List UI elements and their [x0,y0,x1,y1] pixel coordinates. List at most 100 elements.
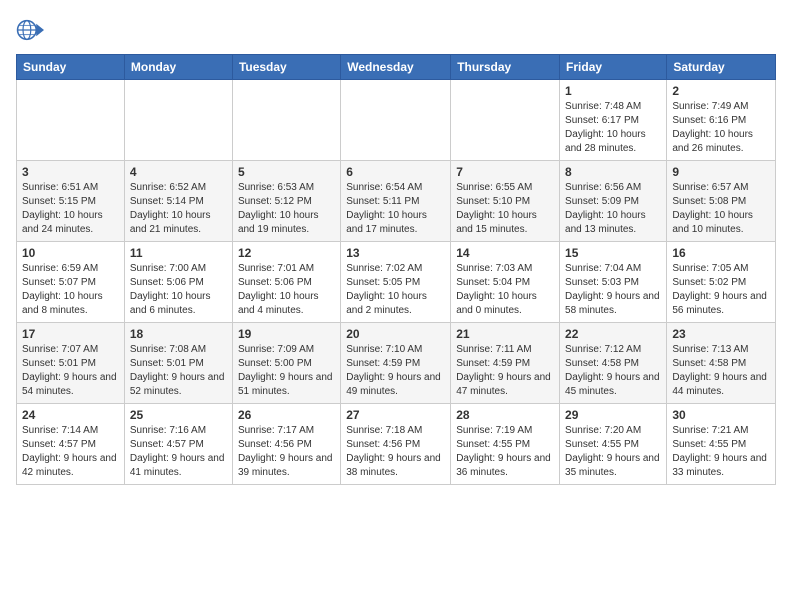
day-number: 2 [672,84,770,98]
column-header-wednesday: Wednesday [341,55,451,80]
logo [16,16,48,44]
calendar-day-4: 4 Sunrise: 6:52 AMSunset: 5:14 PMDaylight… [124,161,232,242]
day-number: 28 [456,408,554,422]
day-number: 10 [22,246,119,260]
day-number: 5 [238,165,335,179]
day-info: Sunrise: 7:19 AMSunset: 4:55 PMDaylight:… [456,424,554,480]
day-number: 20 [346,327,445,341]
day-info: Sunrise: 7:08 AMSunset: 5:01 PMDaylight:… [130,343,227,399]
calendar-day-9: 9 Sunrise: 6:57 AMSunset: 5:08 PMDaylight… [667,161,776,242]
day-info: Sunrise: 7:05 AMSunset: 5:02 PMDaylight:… [672,262,770,318]
day-info: Sunrise: 6:59 AMSunset: 5:07 PMDaylight:… [22,262,119,318]
calendar-week-3: 10 Sunrise: 6:59 AMSunset: 5:07 PMDayligh… [17,242,776,323]
day-number: 3 [22,165,119,179]
day-info: Sunrise: 7:18 AMSunset: 4:56 PMDaylight:… [346,424,445,480]
day-info: Sunrise: 7:49 AMSunset: 6:16 PMDaylight:… [672,100,770,156]
empty-cell [124,80,232,161]
day-number: 24 [22,408,119,422]
day-info: Sunrise: 6:57 AMSunset: 5:08 PMDaylight:… [672,181,770,237]
calendar-day-30: 30 Sunrise: 7:21 AMSunset: 4:55 PMDayligh… [667,404,776,485]
day-info: Sunrise: 7:13 AMSunset: 4:58 PMDaylight:… [672,343,770,399]
column-header-thursday: Thursday [451,55,560,80]
calendar-day-3: 3 Sunrise: 6:51 AMSunset: 5:15 PMDaylight… [17,161,125,242]
empty-cell [341,80,451,161]
day-number: 11 [130,246,227,260]
day-info: Sunrise: 7:11 AMSunset: 4:59 PMDaylight:… [456,343,554,399]
calendar-day-19: 19 Sunrise: 7:09 AMSunset: 5:00 PMDayligh… [232,323,340,404]
calendar-day-23: 23 Sunrise: 7:13 AMSunset: 4:58 PMDayligh… [667,323,776,404]
day-number: 1 [565,84,661,98]
day-number: 23 [672,327,770,341]
day-info: Sunrise: 7:10 AMSunset: 4:59 PMDaylight:… [346,343,445,399]
day-number: 8 [565,165,661,179]
calendar-day-15: 15 Sunrise: 7:04 AMSunset: 5:03 PMDayligh… [560,242,667,323]
calendar-week-1: 1 Sunrise: 7:48 AMSunset: 6:17 PMDaylight… [17,80,776,161]
calendar-day-13: 13 Sunrise: 7:02 AMSunset: 5:05 PMDayligh… [341,242,451,323]
calendar-day-11: 11 Sunrise: 7:00 AMSunset: 5:06 PMDayligh… [124,242,232,323]
day-number: 22 [565,327,661,341]
calendar-day-1: 1 Sunrise: 7:48 AMSunset: 6:17 PMDaylight… [560,80,667,161]
calendar-day-17: 17 Sunrise: 7:07 AMSunset: 5:01 PMDayligh… [17,323,125,404]
day-info: Sunrise: 7:09 AMSunset: 5:00 PMDaylight:… [238,343,335,399]
day-info: Sunrise: 6:52 AMSunset: 5:14 PMDaylight:… [130,181,227,237]
day-info: Sunrise: 6:51 AMSunset: 5:15 PMDaylight:… [22,181,119,237]
day-info: Sunrise: 7:01 AMSunset: 5:06 PMDaylight:… [238,262,335,318]
day-number: 26 [238,408,335,422]
calendar-day-22: 22 Sunrise: 7:12 AMSunset: 4:58 PMDayligh… [560,323,667,404]
calendar-header-row: SundayMondayTuesdayWednesdayThursdayFrid… [17,55,776,80]
column-header-tuesday: Tuesday [232,55,340,80]
page-header [16,16,776,44]
day-number: 6 [346,165,445,179]
day-info: Sunrise: 7:16 AMSunset: 4:57 PMDaylight:… [130,424,227,480]
day-info: Sunrise: 7:04 AMSunset: 5:03 PMDaylight:… [565,262,661,318]
calendar-day-26: 26Sunrise: 7:17 AMSunset: 4:56 PMDayligh… [232,404,340,485]
calendar: SundayMondayTuesdayWednesdayThursdayFrid… [16,54,776,485]
day-number: 7 [456,165,554,179]
day-info: Sunrise: 7:07 AMSunset: 5:01 PMDaylight:… [22,343,119,399]
day-number: 30 [672,408,770,422]
calendar-day-25: 25 Sunrise: 7:16 AMSunset: 4:57 PMDayligh… [124,404,232,485]
calendar-week-2: 3 Sunrise: 6:51 AMSunset: 5:15 PMDaylight… [17,161,776,242]
day-number: 25 [130,408,227,422]
day-number: 9 [672,165,770,179]
day-info: Sunrise: 6:53 AMSunset: 5:12 PMDaylight:… [238,181,335,237]
day-number: 15 [565,246,661,260]
calendar-day-6: 6 Sunrise: 6:54 AMSunset: 5:11 PMDaylight… [341,161,451,242]
day-info: Sunrise: 7:21 AMSunset: 4:55 PMDaylight:… [672,424,770,480]
day-info: Sunrise: 6:55 AMSunset: 5:10 PMDaylight:… [456,181,554,237]
day-number: 29 [565,408,661,422]
calendar-week-5: 24 Sunrise: 7:14 AMSunset: 4:57 PMDayligh… [17,404,776,485]
column-header-saturday: Saturday [667,55,776,80]
calendar-day-28: 28 Sunrise: 7:19 AMSunset: 4:55 PMDayligh… [451,404,560,485]
calendar-day-29: 29Sunrise: 7:20 AMSunset: 4:55 PMDayligh… [560,404,667,485]
day-number: 4 [130,165,227,179]
calendar-day-5: 5 Sunrise: 6:53 AMSunset: 5:12 PMDaylight… [232,161,340,242]
calendar-day-16: 16 Sunrise: 7:05 AMSunset: 5:02 PMDayligh… [667,242,776,323]
column-header-sunday: Sunday [17,55,125,80]
day-info: Sunrise: 7:00 AMSunset: 5:06 PMDaylight:… [130,262,227,318]
day-number: 16 [672,246,770,260]
day-info: Sunrise: 6:54 AMSunset: 5:11 PMDaylight:… [346,181,445,237]
day-number: 17 [22,327,119,341]
calendar-day-12: 12 Sunrise: 7:01 AMSunset: 5:06 PMDayligh… [232,242,340,323]
calendar-day-18: 18 Sunrise: 7:08 AMSunset: 5:01 PMDayligh… [124,323,232,404]
day-info: Sunrise: 7:48 AMSunset: 6:17 PMDaylight:… [565,100,661,156]
empty-cell [17,80,125,161]
day-number: 12 [238,246,335,260]
calendar-day-27: 27Sunrise: 7:18 AMSunset: 4:56 PMDayligh… [341,404,451,485]
empty-cell [451,80,560,161]
day-number: 19 [238,327,335,341]
day-number: 14 [456,246,554,260]
day-number: 18 [130,327,227,341]
day-info: Sunrise: 7:14 AMSunset: 4:57 PMDaylight:… [22,424,119,480]
day-info: Sunrise: 7:12 AMSunset: 4:58 PMDaylight:… [565,343,661,399]
calendar-day-21: 21 Sunrise: 7:11 AMSunset: 4:59 PMDayligh… [451,323,560,404]
day-info: Sunrise: 7:02 AMSunset: 5:05 PMDaylight:… [346,262,445,318]
logo-icon [16,16,44,44]
empty-cell [232,80,340,161]
day-info: Sunrise: 7:03 AMSunset: 5:04 PMDaylight:… [456,262,554,318]
calendar-day-10: 10 Sunrise: 6:59 AMSunset: 5:07 PMDayligh… [17,242,125,323]
day-number: 21 [456,327,554,341]
day-number: 13 [346,246,445,260]
calendar-day-7: 7 Sunrise: 6:55 AMSunset: 5:10 PMDaylight… [451,161,560,242]
